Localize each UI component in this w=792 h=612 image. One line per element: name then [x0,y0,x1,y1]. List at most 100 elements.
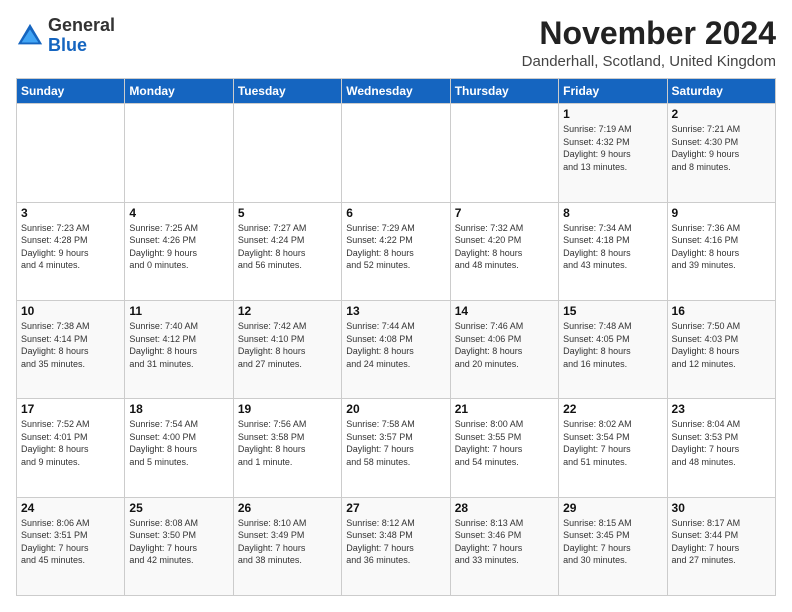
cell-3-6: 23 Sunrise: 8:04 AM Sunset: 3:53 PM Dayli… [667,399,775,497]
day-info-10: Sunrise: 7:38 AM Sunset: 4:14 PM Dayligh… [21,320,120,370]
day-info-13: Sunrise: 7:44 AM Sunset: 4:08 PM Dayligh… [346,320,445,370]
day-info-18: Sunrise: 7:54 AM Sunset: 4:00 PM Dayligh… [129,418,228,468]
day-info-12: Sunrise: 7:42 AM Sunset: 4:10 PM Dayligh… [238,320,337,370]
week-row-3: 17 Sunrise: 7:52 AM Sunset: 4:01 PM Dayli… [17,399,776,497]
day-info-16: Sunrise: 7:50 AM Sunset: 4:03 PM Dayligh… [672,320,771,370]
day-number-16: 16 [672,304,771,318]
week-row-4: 24 Sunrise: 8:06 AM Sunset: 3:51 PM Dayli… [17,497,776,595]
cell-1-4: 7Sunrise: 7:32 AM Sunset: 4:20 PM Daylig… [450,202,558,300]
day-number-4: 4 [129,206,228,220]
day-info-27: Sunrise: 8:12 AM Sunset: 3:48 PM Dayligh… [346,517,445,567]
day-number-1: 1 [563,107,662,121]
logo: General Blue [16,16,115,56]
logo-blue: Blue [48,35,87,55]
cell-3-2: 19Sunrise: 7:56 AM Sunset: 3:58 PM Dayli… [233,399,341,497]
cell-4-0: 24 Sunrise: 8:06 AM Sunset: 3:51 PM Dayli… [17,497,125,595]
col-sunday: Sunday [17,79,125,104]
cell-0-2 [233,104,341,202]
day-info-5: Sunrise: 7:27 AM Sunset: 4:24 PM Dayligh… [238,222,337,272]
cell-1-0: 3 Sunrise: 7:23 AM Sunset: 4:28 PM Daylig… [17,202,125,300]
day-info-22: Sunrise: 8:02 AM Sunset: 3:54 PM Dayligh… [563,418,662,468]
day-info-2: Sunrise: 7:21 AM Sunset: 4:30 PM Dayligh… [672,123,771,173]
day-info-9: Sunrise: 7:36 AM Sunset: 4:16 PM Dayligh… [672,222,771,272]
day-number-9: 9 [672,206,771,220]
day-info-11: Sunrise: 7:40 AM Sunset: 4:12 PM Dayligh… [129,320,228,370]
day-info-26: Sunrise: 8:10 AM Sunset: 3:49 PM Dayligh… [238,517,337,567]
cell-1-2: 5 Sunrise: 7:27 AM Sunset: 4:24 PM Daylig… [233,202,341,300]
cell-2-2: 12 Sunrise: 7:42 AM Sunset: 4:10 PM Dayli… [233,300,341,398]
cell-1-3: 6Sunrise: 7:29 AM Sunset: 4:22 PM Daylig… [342,202,450,300]
title-block: November 2024 Danderhall, Scotland, Unit… [522,16,776,70]
day-number-8: 8 [563,206,662,220]
cell-4-6: 30 Sunrise: 8:17 AM Sunset: 3:44 PM Dayli… [667,497,775,595]
day-info-14: Sunrise: 7:46 AM Sunset: 4:06 PM Dayligh… [455,320,554,370]
day-number-14: 14 [455,304,554,318]
col-saturday: Saturday [667,79,775,104]
cell-4-1: 25 Sunrise: 8:08 AM Sunset: 3:50 PM Dayli… [125,497,233,595]
header: General Blue November 2024 Danderhall, S… [16,16,776,70]
day-number-7: 7 [455,206,554,220]
logo-icon [16,22,44,50]
cell-2-4: 14 Sunrise: 7:46 AM Sunset: 4:06 PM Dayli… [450,300,558,398]
day-number-22: 22 [563,402,662,416]
day-number-18: 18 [129,402,228,416]
day-number-28: 28 [455,501,554,515]
cell-2-5: 15 Sunrise: 7:48 AM Sunset: 4:05 PM Dayli… [559,300,667,398]
day-number-10: 10 [21,304,120,318]
day-info-23: Sunrise: 8:04 AM Sunset: 3:53 PM Dayligh… [672,418,771,468]
calendar-table: Sunday Monday Tuesday Wednesday Thursday… [16,78,776,596]
day-number-26: 26 [238,501,337,515]
cell-4-4: 28 Sunrise: 8:13 AM Sunset: 3:46 PM Dayli… [450,497,558,595]
day-number-24: 24 [21,501,120,515]
cell-4-2: 26 Sunrise: 8:10 AM Sunset: 3:49 PM Dayli… [233,497,341,595]
day-number-29: 29 [563,501,662,515]
day-number-30: 30 [672,501,771,515]
cell-3-1: 18 Sunrise: 7:54 AM Sunset: 4:00 PM Dayli… [125,399,233,497]
cell-4-5: 29 Sunrise: 8:15 AM Sunset: 3:45 PM Dayli… [559,497,667,595]
day-info-15: Sunrise: 7:48 AM Sunset: 4:05 PM Dayligh… [563,320,662,370]
cell-1-6: 9 Sunrise: 7:36 AM Sunset: 4:16 PM Daylig… [667,202,775,300]
cell-0-1 [125,104,233,202]
week-row-2: 10 Sunrise: 7:38 AM Sunset: 4:14 PM Dayli… [17,300,776,398]
day-info-25: Sunrise: 8:08 AM Sunset: 3:50 PM Dayligh… [129,517,228,567]
week-row-0: 1Sunrise: 7:19 AM Sunset: 4:32 PM Daylig… [17,104,776,202]
cell-0-5: 1Sunrise: 7:19 AM Sunset: 4:32 PM Daylig… [559,104,667,202]
cell-3-4: 21Sunrise: 8:00 AM Sunset: 3:55 PM Dayli… [450,399,558,497]
cell-2-6: 16 Sunrise: 7:50 AM Sunset: 4:03 PM Dayli… [667,300,775,398]
day-number-3: 3 [21,206,120,220]
cell-0-6: 2 Sunrise: 7:21 AM Sunset: 4:30 PM Daylig… [667,104,775,202]
day-number-11: 11 [129,304,228,318]
day-number-17: 17 [21,402,120,416]
day-info-29: Sunrise: 8:15 AM Sunset: 3:45 PM Dayligh… [563,517,662,567]
day-info-28: Sunrise: 8:13 AM Sunset: 3:46 PM Dayligh… [455,517,554,567]
day-number-2: 2 [672,107,771,121]
day-number-15: 15 [563,304,662,318]
day-info-30: Sunrise: 8:17 AM Sunset: 3:44 PM Dayligh… [672,517,771,567]
day-info-19: Sunrise: 7:56 AM Sunset: 3:58 PM Dayligh… [238,418,337,468]
calendar-header-row: Sunday Monday Tuesday Wednesday Thursday… [17,79,776,104]
day-number-5: 5 [238,206,337,220]
logo-general: General [48,15,115,35]
day-number-6: 6 [346,206,445,220]
day-number-12: 12 [238,304,337,318]
col-wednesday: Wednesday [342,79,450,104]
cell-3-0: 17 Sunrise: 7:52 AM Sunset: 4:01 PM Dayli… [17,399,125,497]
day-info-4: Sunrise: 7:25 AM Sunset: 4:26 PM Dayligh… [129,222,228,272]
day-number-23: 23 [672,402,771,416]
cell-0-0 [17,104,125,202]
col-monday: Monday [125,79,233,104]
cell-3-5: 22 Sunrise: 8:02 AM Sunset: 3:54 PM Dayli… [559,399,667,497]
cell-1-5: 8Sunrise: 7:34 AM Sunset: 4:18 PM Daylig… [559,202,667,300]
cell-0-3 [342,104,450,202]
cell-1-1: 4 Sunrise: 7:25 AM Sunset: 4:26 PM Daylig… [125,202,233,300]
day-number-25: 25 [129,501,228,515]
week-row-1: 3 Sunrise: 7:23 AM Sunset: 4:28 PM Daylig… [17,202,776,300]
day-info-3: Sunrise: 7:23 AM Sunset: 4:28 PM Dayligh… [21,222,120,272]
day-number-27: 27 [346,501,445,515]
location: Danderhall, Scotland, United Kingdom [522,53,776,70]
col-tuesday: Tuesday [233,79,341,104]
day-info-24: Sunrise: 8:06 AM Sunset: 3:51 PM Dayligh… [21,517,120,567]
day-info-17: Sunrise: 7:52 AM Sunset: 4:01 PM Dayligh… [21,418,120,468]
logo-text: General Blue [48,16,115,56]
month-title: November 2024 [522,16,776,51]
